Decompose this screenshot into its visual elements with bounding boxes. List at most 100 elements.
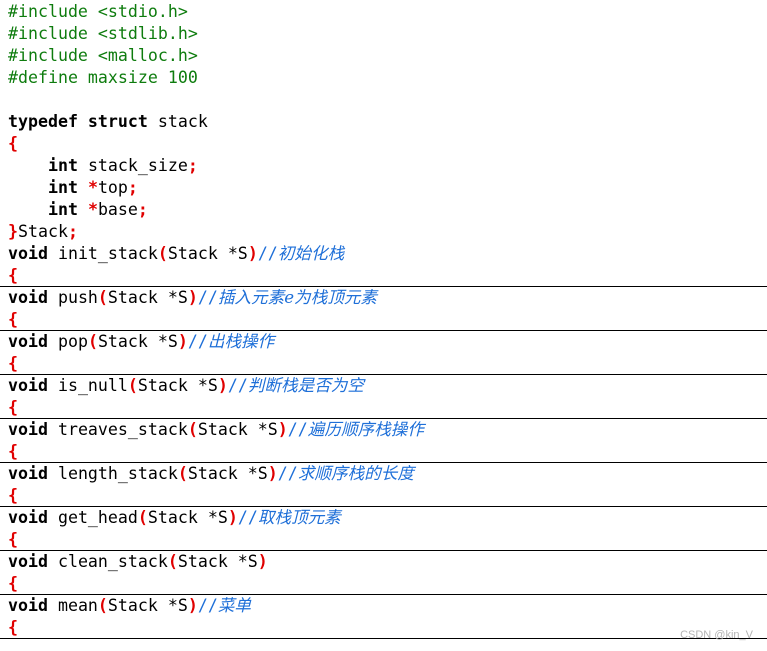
void-keyword: void (8, 420, 48, 439)
function-name: clean_stack (47, 552, 168, 571)
paren: ( (137, 508, 148, 527)
function-param: Stack *S (177, 552, 258, 571)
code-line-field-top: int *top; (8, 177, 767, 199)
preprocessor-directive: #define maxsize 100 (8, 68, 198, 87)
preprocessor-directive: #include <malloc.h> (8, 46, 198, 65)
paren: ) (187, 288, 198, 307)
comment-slashes: // (277, 464, 298, 483)
function-param: Stack *S (97, 332, 178, 351)
brace: { (8, 354, 18, 373)
comment-text: 菜单 (217, 596, 252, 615)
paren: ) (177, 332, 188, 351)
paren: ( (97, 288, 108, 307)
code-comment: //遍历顺序栈操作 (288, 420, 424, 439)
keyword: int (47, 156, 78, 175)
paren: ) (217, 376, 228, 395)
paren: ( (187, 420, 198, 439)
pointer-star: * (77, 200, 98, 219)
function-name: pop (47, 332, 88, 351)
code-line-open-brace: { (8, 265, 767, 287)
function-name: push (47, 288, 98, 307)
comment-slashes: // (197, 288, 218, 307)
code-comment: //取栈顶元素 (238, 508, 341, 527)
code-line-function: void init_stack(Stack *S)//初始化栈 (8, 243, 767, 265)
function-param: Stack *S (147, 508, 228, 527)
code-line-function: void mean(Stack *S)//菜单 (0, 594, 767, 617)
paren: ( (97, 596, 108, 615)
brace: { (8, 310, 18, 329)
function-param: Stack *S (107, 596, 188, 615)
comment-slashes: // (237, 508, 258, 527)
function-name: mean (47, 596, 98, 615)
paren: ) (277, 420, 288, 439)
preprocessor-directive: #include <stdio.h> (8, 2, 188, 21)
identifier: stack_size (77, 156, 188, 175)
code-line-open-brace: { (8, 529, 767, 551)
brace: { (8, 574, 18, 593)
function-name: is_null (47, 376, 128, 395)
code-line-open-brace: { (8, 397, 767, 419)
code-line-function: void pop(Stack *S)//出栈操作 (0, 330, 767, 353)
function-name: length_stack (47, 464, 178, 483)
semicolon: ; (67, 222, 78, 241)
code-line-open-brace: { (8, 133, 767, 155)
brace: { (8, 266, 18, 285)
code-line-open-brace: { (8, 353, 767, 375)
identifier: Stack (18, 222, 68, 241)
code-line-function: void push(Stack *S)//插入元素e为栈顶元素 (0, 286, 767, 309)
code-line-open-brace: { (8, 309, 767, 331)
semicolon: ; (127, 178, 138, 197)
code-line-define: #define maxsize 100 (8, 67, 767, 89)
paren: ( (87, 332, 98, 351)
code-line-field-base: int *base; (8, 199, 767, 221)
brace: { (8, 134, 18, 153)
paren: ( (177, 464, 188, 483)
brace: { (8, 618, 18, 637)
code-line-field-size: int stack_size; (8, 155, 767, 177)
comment-text: 插入元素e为栈顶元素 (217, 288, 378, 307)
function-name: init_stack (47, 244, 158, 263)
keyword: int (47, 178, 78, 197)
brace: { (8, 530, 18, 549)
code-line-function: void clean_stack(Stack *S) (0, 550, 767, 573)
code-line-open-brace: { (8, 617, 767, 639)
code-line-include-stdio: #include <stdio.h> (8, 1, 767, 23)
keyword: int (47, 200, 78, 219)
comment-text: 初始化栈 (277, 244, 345, 263)
comment-text: 判断栈是否为空 (247, 376, 364, 395)
void-keyword: void (8, 244, 48, 263)
code-comment: //求顺序栈的长度 (278, 464, 414, 483)
comment-text: 取栈顶元素 (257, 508, 341, 527)
code-editor[interactable]: #include <stdio.h> #include <stdlib.h> #… (0, 0, 767, 651)
function-name: treaves_stack (47, 420, 188, 439)
code-line-open-brace: { (8, 573, 767, 595)
code-line-function: void is_null(Stack *S)//判断栈是否为空 (0, 374, 767, 397)
code-line-open-brace: { (8, 485, 767, 507)
preprocessor-directive: #include <stdlib.h> (8, 24, 198, 43)
brace: } (8, 222, 18, 241)
function-param: Stack *S (167, 244, 248, 263)
code-line-close-brace: }Stack; (8, 221, 767, 243)
pointer-star: * (77, 178, 98, 197)
semicolon: ; (137, 200, 148, 219)
code-comment: //判断栈是否为空 (228, 376, 364, 395)
code-line-function: void length_stack(Stack *S)//求顺序栈的长度 (0, 462, 767, 485)
identifier: top (97, 178, 128, 197)
code-line-function: void treaves_stack(Stack *S)//遍历顺序栈操作 (0, 418, 767, 441)
void-keyword: void (8, 376, 48, 395)
void-keyword: void (8, 288, 48, 307)
function-param: Stack *S (197, 420, 278, 439)
comment-slashes: // (227, 376, 248, 395)
code-line-include-malloc: #include <malloc.h> (8, 45, 767, 67)
paren: ( (157, 244, 168, 263)
void-keyword: void (8, 464, 48, 483)
code-comment: //菜单 (198, 596, 251, 615)
identifier: base (97, 200, 138, 219)
code-comment: //初始化栈 (258, 244, 344, 263)
function-param: Stack *S (187, 464, 268, 483)
paren: ( (167, 552, 178, 571)
paren: ) (257, 552, 268, 571)
paren: ) (267, 464, 278, 483)
function-param: Stack *S (107, 288, 188, 307)
paren: ) (227, 508, 238, 527)
